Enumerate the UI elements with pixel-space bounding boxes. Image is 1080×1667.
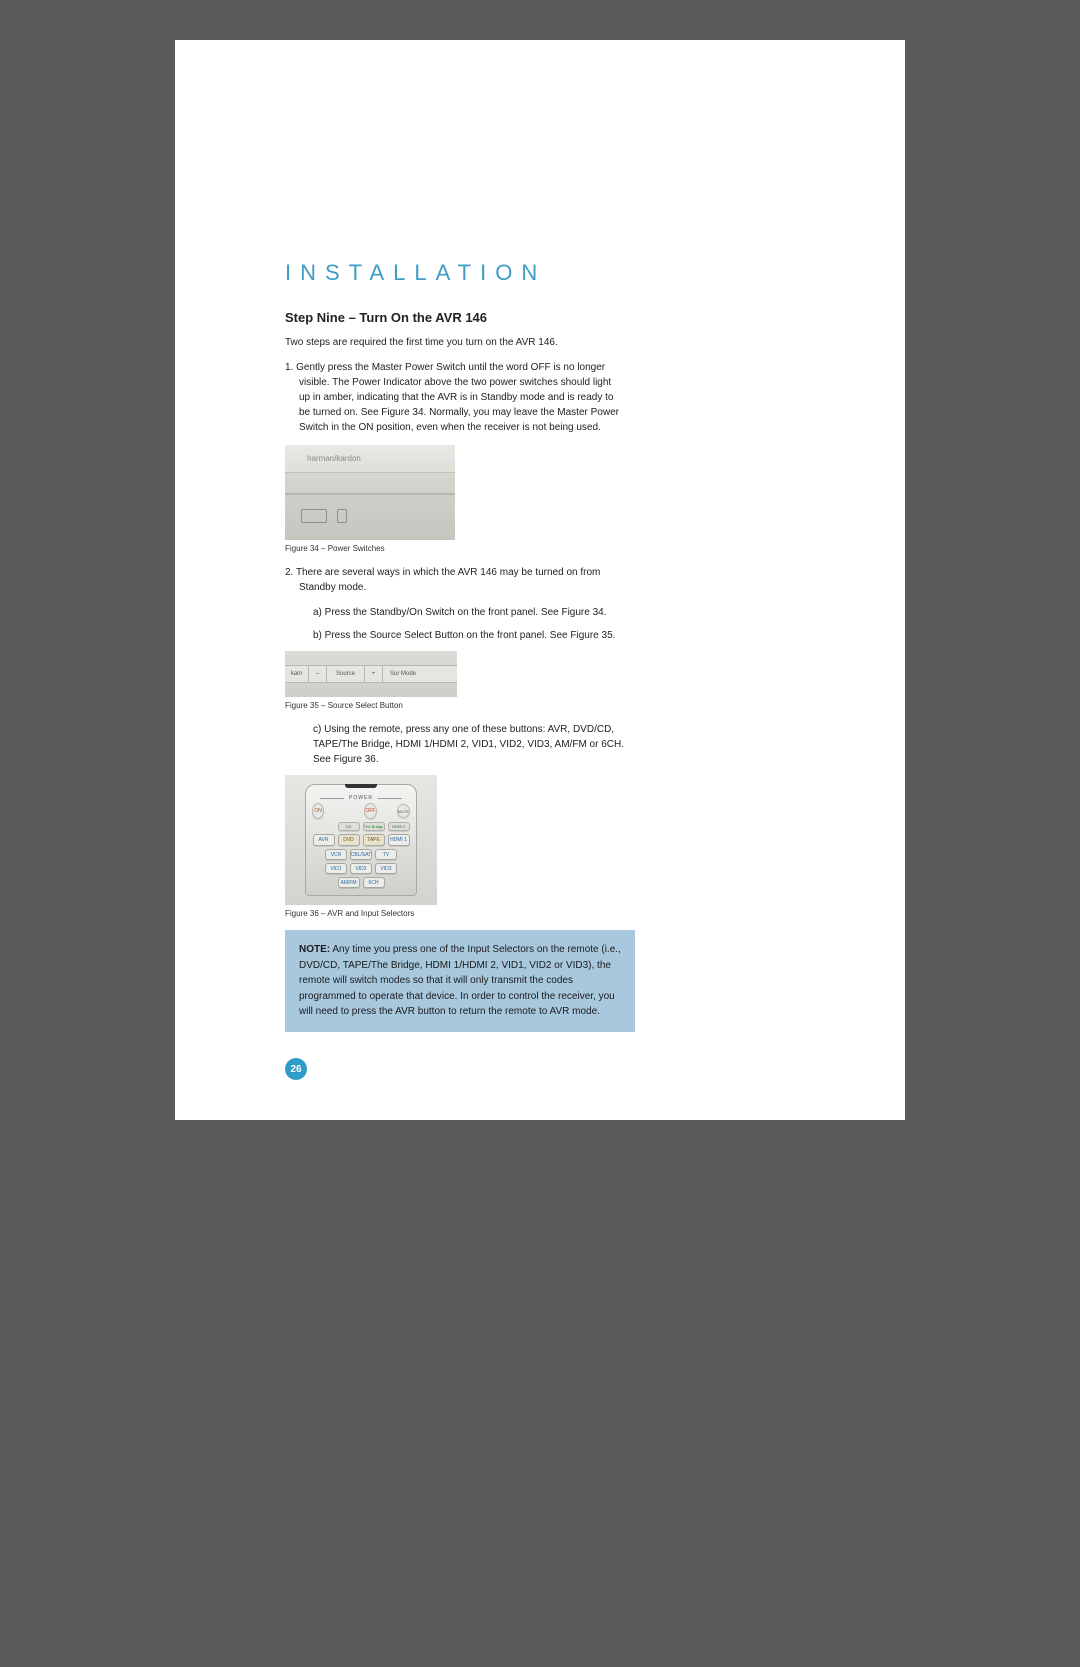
remote-vid2-button-icon: VID2 bbox=[350, 863, 372, 874]
remote-on-button-icon: ON bbox=[312, 803, 324, 819]
source-cell: – bbox=[309, 666, 327, 682]
figure-36-caption: Figure 36 – AVR and Input Selectors bbox=[285, 909, 795, 918]
remote-power-row: ON OFF MUTE bbox=[312, 803, 410, 819]
remote-vid1-button-icon: VID1 bbox=[325, 863, 347, 874]
section-title: INSTALLATION bbox=[285, 260, 795, 286]
remote-dvd-button-icon: DVD bbox=[338, 834, 360, 846]
remote-cblsat-button-icon: CBL/SAT bbox=[350, 849, 372, 860]
device-brand-label: harman/kardon bbox=[285, 445, 455, 473]
remote-hdmi1-button-icon: HDMI 1 bbox=[388, 834, 410, 846]
remote-vid3-button-icon: VID3 bbox=[375, 863, 397, 874]
step-2a: a) Press the Standby/On Switch on the fr… bbox=[285, 605, 625, 620]
master-power-switch-icon bbox=[301, 509, 327, 523]
remote-row-labels: CD The Bridge HDMI 2 bbox=[312, 822, 410, 831]
remote-row-5: VID1 VID2 VID3 bbox=[312, 863, 410, 874]
remote-bridge-label: The Bridge bbox=[363, 822, 385, 831]
remote-row-6: AM/FM 6CH bbox=[312, 877, 410, 888]
remote-power-label: POWER bbox=[312, 795, 410, 801]
step-1: 1. Gently press the Master Power Switch … bbox=[285, 360, 625, 435]
figure-35-source-select: kam – Source + Sur Mode bbox=[285, 651, 457, 697]
step-2: 2. There are several ways in which the A… bbox=[285, 565, 625, 595]
note-text: Any time you press one of the Input Sele… bbox=[299, 944, 621, 1017]
remote-avr-button-icon: AVR bbox=[313, 834, 335, 846]
device-panel-strip bbox=[285, 473, 455, 495]
remote-tape-button-icon: TAPE bbox=[363, 834, 385, 846]
remote-hdmi2-label: HDMI 2 bbox=[388, 822, 410, 831]
standby-switch-icon bbox=[337, 509, 347, 523]
figure-34-power-switches: harman/kardon bbox=[285, 445, 455, 540]
note-box: NOTE: Any time you press one of the Inpu… bbox=[285, 930, 635, 1032]
step-2c: c) Using the remote, press any one of th… bbox=[285, 722, 625, 767]
remote-ir-window-icon bbox=[345, 784, 377, 788]
figure-36-remote: POWER ON OFF MUTE CD The Bridge HDMI 2 A… bbox=[285, 775, 437, 905]
figure-34-caption: Figure 34 – Power Switches bbox=[285, 544, 795, 553]
manual-page: INSTALLATION Step Nine – Turn On the AVR… bbox=[175, 40, 905, 1120]
remote-vcr-button-icon: VCR bbox=[325, 849, 347, 860]
remote-row-3: AVR DVD TAPE HDMI 1 bbox=[312, 834, 410, 846]
remote-off-button-icon: OFF bbox=[364, 803, 376, 819]
step-heading: Step Nine – Turn On the AVR 146 bbox=[285, 310, 795, 325]
intro-text: Two steps are required the first time yo… bbox=[285, 335, 625, 350]
source-cell: Source bbox=[327, 666, 365, 682]
remote-6ch-button-icon: 6CH bbox=[363, 877, 385, 888]
remote-row-4: VCR CBL/SAT TV bbox=[312, 849, 410, 860]
source-cell: kam bbox=[285, 666, 309, 682]
source-cell: Sur Mode bbox=[383, 666, 423, 682]
remote-cd-label: CD bbox=[338, 822, 360, 831]
device-switch-area bbox=[285, 495, 455, 540]
note-label: NOTE: bbox=[299, 944, 330, 955]
step-2b: b) Press the Source Select Button on the… bbox=[285, 628, 625, 643]
remote-mute-button-icon: MUTE bbox=[397, 804, 410, 818]
remote-tv-button-icon: TV bbox=[375, 849, 397, 860]
source-cell: + bbox=[365, 666, 383, 682]
source-select-row: kam – Source + Sur Mode bbox=[285, 665, 457, 683]
figure-35-caption: Figure 35 – Source Select Button bbox=[285, 701, 795, 710]
remote-control-icon: POWER ON OFF MUTE CD The Bridge HDMI 2 A… bbox=[305, 784, 417, 896]
remote-amfm-button-icon: AM/FM bbox=[338, 877, 360, 888]
page-number-badge: 26 bbox=[285, 1058, 307, 1080]
